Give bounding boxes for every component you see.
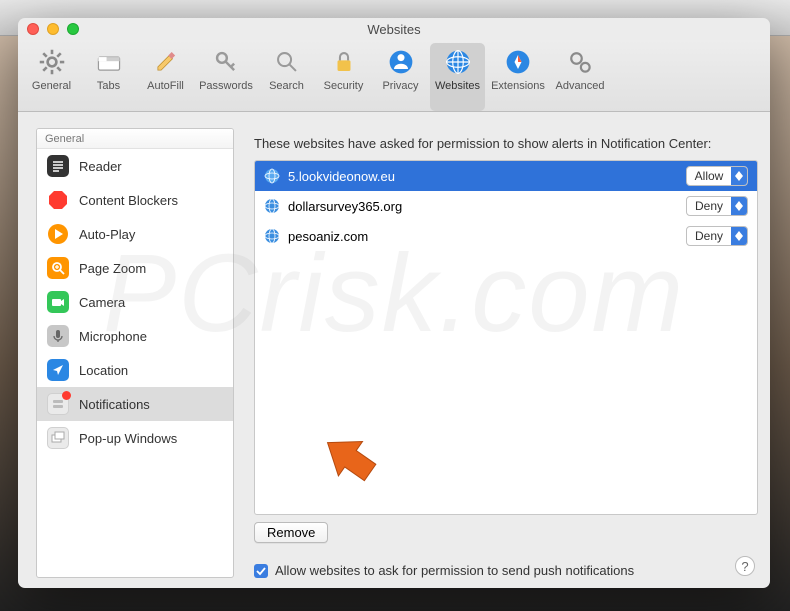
stepper-arrows-icon — [731, 197, 747, 215]
tab-label: Advanced — [556, 80, 605, 92]
tab-tabs[interactable]: Tabs — [81, 43, 136, 111]
globe-icon — [264, 228, 280, 244]
permission-select[interactable]: Deny — [686, 196, 748, 216]
stepper-arrows-icon — [731, 167, 747, 185]
help-button[interactable]: ? — [735, 556, 755, 576]
globe-icon — [264, 168, 280, 184]
pencil-icon — [151, 47, 181, 77]
remove-button[interactable]: Remove — [254, 522, 328, 543]
sidebar-item-notifications[interactable]: Notifications — [37, 387, 233, 421]
preferences-window: Websites General Tabs AutoFill Passwords — [18, 18, 770, 588]
tab-label: Privacy — [382, 80, 418, 92]
checkbox-label: Allow websites to ask for permission to … — [275, 563, 634, 578]
permission-value: Deny — [687, 229, 731, 243]
tab-general[interactable]: General — [24, 43, 79, 111]
zoom-button[interactable] — [67, 23, 79, 35]
privacy-icon — [386, 47, 416, 77]
traffic-lights — [27, 23, 79, 35]
tab-label: Security — [324, 80, 364, 92]
tab-passwords[interactable]: Passwords — [195, 43, 257, 111]
tab-advanced[interactable]: Advanced — [551, 43, 609, 111]
tab-extensions[interactable]: Extensions — [487, 43, 549, 111]
sidebar-item-auto-play[interactable]: Auto-Play — [37, 217, 233, 251]
badge-dot-icon — [62, 391, 71, 400]
tab-label: AutoFill — [147, 80, 184, 92]
tab-security[interactable]: Security — [316, 43, 371, 111]
lock-icon — [329, 47, 359, 77]
sidebar-item-label: Location — [79, 363, 128, 378]
tab-label: Passwords — [199, 80, 253, 92]
prefs-toolbar: General Tabs AutoFill Passwords Search — [18, 40, 770, 112]
sidebar-item-page-zoom[interactable]: Page Zoom — [37, 251, 233, 285]
tab-label: Tabs — [97, 80, 120, 92]
site-name: pesoaniz.com — [288, 229, 678, 244]
site-name: 5.lookvideonow.eu — [288, 169, 678, 184]
titlebar: Websites — [18, 18, 770, 40]
sidebar-header: General — [37, 129, 233, 149]
sidebar-item-label: Auto-Play — [79, 227, 135, 242]
stop-icon — [47, 189, 69, 211]
tab-label: Extensions — [491, 80, 545, 92]
site-row[interactable]: dollarsurvey365.org Deny — [255, 191, 757, 221]
play-icon — [47, 223, 69, 245]
sidebar-item-label: Page Zoom — [79, 261, 146, 276]
sidebar-item-reader[interactable]: Reader — [37, 149, 233, 183]
tab-label: Websites — [435, 80, 480, 92]
instruction-text: These websites have asked for permission… — [254, 136, 758, 151]
tab-label: Search — [269, 80, 304, 92]
sidebar-item-label: Content Blockers — [79, 193, 178, 208]
sidebar-item-location[interactable]: Location — [37, 353, 233, 387]
close-button[interactable] — [27, 23, 39, 35]
permission-select[interactable]: Allow — [686, 166, 748, 186]
sidebar-item-popup[interactable]: Pop-up Windows — [37, 421, 233, 455]
minimize-button[interactable] — [47, 23, 59, 35]
permission-value: Deny — [687, 199, 731, 213]
sidebar-item-label: Camera — [79, 295, 125, 310]
tab-search[interactable]: Search — [259, 43, 314, 111]
website-list: 5.lookvideonow.eu Allow dollarsurvey365.… — [254, 160, 758, 515]
tab-privacy[interactable]: Privacy — [373, 43, 428, 111]
site-row[interactable]: pesoaniz.com Deny — [255, 221, 757, 251]
site-name: dollarsurvey365.org — [288, 199, 678, 214]
sidebar-item-camera[interactable]: Camera — [37, 285, 233, 319]
camera-icon — [47, 291, 69, 313]
sidebar-item-label: Microphone — [79, 329, 147, 344]
zoom-icon — [47, 257, 69, 279]
globe-icon — [443, 47, 473, 77]
location-icon — [47, 359, 69, 381]
site-row[interactable]: 5.lookvideonow.eu Allow — [255, 161, 757, 191]
mic-icon — [47, 325, 69, 347]
checkbox-checked-icon[interactable] — [254, 564, 268, 578]
sidebar: General Reader Content Blockers Auto-Pla… — [36, 128, 234, 578]
permission-value: Allow — [687, 169, 731, 183]
tab-label: General — [32, 80, 71, 92]
tabs-icon — [94, 47, 124, 77]
stepper-arrows-icon — [731, 227, 747, 245]
sidebar-item-label: Reader — [79, 159, 122, 174]
sidebar-item-label: Pop-up Windows — [79, 431, 177, 446]
window-title: Websites — [367, 22, 420, 37]
sidebar-item-content-blockers[interactable]: Content Blockers — [37, 183, 233, 217]
popup-icon — [47, 427, 69, 449]
globe-icon — [264, 198, 280, 214]
gears-icon — [565, 47, 595, 77]
permission-select[interactable]: Deny — [686, 226, 748, 246]
sidebar-item-microphone[interactable]: Microphone — [37, 319, 233, 353]
allow-checkbox-row[interactable]: Allow websites to ask for permission to … — [254, 563, 758, 578]
reader-icon — [47, 155, 69, 177]
tab-websites[interactable]: Websites — [430, 43, 485, 111]
sidebar-item-label: Notifications — [79, 397, 150, 412]
compass-icon — [503, 47, 533, 77]
tab-autofill[interactable]: AutoFill — [138, 43, 193, 111]
main-panel: These websites have asked for permission… — [254, 128, 758, 578]
search-icon — [272, 47, 302, 77]
key-icon — [211, 47, 241, 77]
gear-icon — [37, 47, 67, 77]
